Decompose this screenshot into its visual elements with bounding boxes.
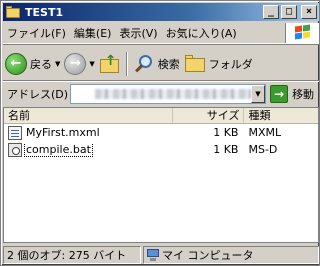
folders-icon (184, 53, 206, 75)
menu-edit[interactable]: 編集(E) (70, 25, 116, 41)
status-object-count: 2 個のオブ: 275 バイト (3, 246, 141, 264)
window-title: TEST1 (25, 5, 64, 19)
title-bar[interactable]: TEST1 _ □ × (3, 3, 319, 21)
minimize-button[interactable]: _ (263, 5, 279, 19)
folders-button[interactable]: フォルダ (182, 50, 255, 78)
my-computer-icon (147, 249, 159, 261)
standard-toolbar: ← 戻る ▼ → ▼ ↑ 検索 フォルダ (3, 47, 319, 81)
search-button[interactable]: 検索 (131, 50, 182, 78)
file-size: 1 KB (213, 126, 239, 139)
list-item[interactable]: MyFirst.mxml 1 KB MXML (4, 124, 318, 141)
folders-label: フォルダ (208, 57, 253, 71)
back-arrow-icon: ← (5, 52, 27, 75)
windows-logo-icon (285, 22, 319, 43)
address-path-blurred (95, 89, 251, 99)
toolbar-separator (125, 51, 128, 76)
column-header-type[interactable]: 種類 (244, 108, 318, 123)
folder-up-icon: ↑ (99, 53, 121, 75)
file-name[interactable]: compile.bat (24, 142, 93, 157)
search-label: 検索 (157, 57, 180, 71)
maximize-button[interactable]: □ (281, 5, 297, 19)
file-list[interactable]: 名前 サイズ 種類 MyFirst.mxml 1 KB MXML compile… (3, 107, 319, 243)
status-location: マイ コンピュータ (143, 246, 319, 264)
menu-view[interactable]: 表示(V) (115, 25, 161, 41)
menu-favorites[interactable]: お気に入り(A) (162, 25, 241, 41)
status-bar: 2 個のオブ: 275 バイト マイ コンピュータ (3, 245, 319, 265)
menu-file[interactable]: ファイル(F) (3, 25, 70, 41)
address-dropdown-icon[interactable]: ▼ (250, 85, 266, 103)
batch-file-icon (8, 142, 22, 157)
address-bar: アドレス(D) ▼ → 移動 (3, 83, 319, 105)
forward-arrow-icon: → (64, 52, 87, 75)
column-header-size[interactable]: サイズ (173, 108, 245, 123)
go-button[interactable]: 移動 (292, 86, 314, 102)
column-header-name[interactable]: 名前 (4, 108, 173, 123)
back-button[interactable]: ← 戻る ▼ (3, 50, 62, 78)
forward-button[interactable]: → ▼ (62, 50, 96, 78)
up-folder-button[interactable]: ↑ (97, 50, 123, 78)
file-name[interactable]: MyFirst.mxml (25, 126, 101, 139)
back-dropdown-icon[interactable]: ▼ (55, 60, 60, 68)
status-location-label: マイ コンピュータ (162, 249, 254, 262)
file-type: MXML (248, 126, 282, 139)
folder-icon (5, 5, 21, 19)
close-button[interactable]: × (301, 5, 317, 19)
address-label: アドレス(D) (7, 88, 69, 101)
column-header-row: 名前 サイズ 種類 (4, 108, 318, 124)
go-arrow-icon[interactable]: → (270, 85, 289, 103)
explorer-window: TEST1 _ □ × ファイル(F) 編集(E) 表示(V) お気に入り(A)… (0, 0, 320, 266)
file-size: 1 KB (213, 143, 239, 156)
address-input[interactable]: ▼ (70, 84, 267, 104)
search-icon (133, 53, 155, 75)
back-label: 戻る (30, 57, 52, 71)
list-item[interactable]: compile.bat 1 KB MS-D (4, 141, 318, 158)
forward-dropdown-icon[interactable]: ▼ (89, 60, 94, 68)
menu-bar: ファイル(F) 編集(E) 表示(V) お気に入り(A) (3, 22, 319, 44)
file-type: MS-D (248, 143, 278, 156)
mxml-file-icon (8, 125, 22, 140)
